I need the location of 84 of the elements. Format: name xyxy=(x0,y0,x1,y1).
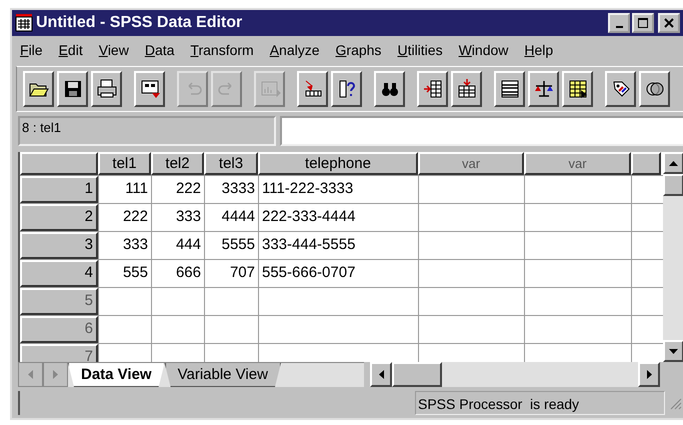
app-icon xyxy=(15,14,33,32)
menu-item[interactable]: Data xyxy=(136,42,182,58)
toolbar-button[interactable] xyxy=(451,71,482,107)
cell-editor-field[interactable] xyxy=(280,116,683,146)
sheet-tab[interactable]: Data View xyxy=(68,363,165,387)
scroll-thumb[interactable] xyxy=(392,362,442,387)
horizontal-scrollbar[interactable] xyxy=(370,362,660,387)
column-header[interactable]: telephone xyxy=(258,152,418,175)
toolbar-button[interactable] xyxy=(374,71,405,107)
table-cell: 707 xyxy=(204,260,258,287)
table-cell: 111-222-3333 xyxy=(258,176,418,203)
minimize-icon xyxy=(616,26,622,28)
menu-item[interactable]: Utilities xyxy=(389,42,451,58)
print-icon xyxy=(96,78,118,100)
right-arrow-icon xyxy=(53,370,58,379)
table-cell: 222 xyxy=(151,176,204,203)
weight-icon xyxy=(532,78,554,100)
row-header[interactable]: 3 xyxy=(20,232,98,259)
table-cell: 444 xyxy=(151,232,204,259)
row-header[interactable]: 1 xyxy=(20,176,98,203)
table-cell: 4444 xyxy=(204,204,258,231)
toolbar-button[interactable] xyxy=(528,71,559,107)
select-icon xyxy=(566,78,588,100)
table-cell: 333-444-5555 xyxy=(258,232,418,259)
minimize-button[interactable] xyxy=(608,13,630,33)
toolbar-button[interactable] xyxy=(494,71,525,107)
toolbar-button[interactable] xyxy=(91,71,122,107)
cell-reference: 8 : tel1 xyxy=(18,116,276,146)
column-header[interactable] xyxy=(631,152,661,175)
menu-item[interactable]: Analyze xyxy=(262,42,328,58)
toolbar-button[interactable] xyxy=(417,71,448,107)
menu-item[interactable]: Window xyxy=(450,42,516,58)
table-cell: 3333 xyxy=(204,176,258,203)
row-header[interactable]: 4 xyxy=(20,260,98,287)
left-arrow-icon xyxy=(378,370,384,379)
table-cell: 555 xyxy=(98,260,151,287)
menu-item[interactable]: Edit xyxy=(50,42,91,58)
close-icon xyxy=(664,18,674,28)
toolbar-button[interactable] xyxy=(23,71,54,107)
toolbar-button[interactable] xyxy=(297,71,328,107)
window-title: Untitled - SPSS Data Editor xyxy=(36,14,244,32)
scroll-left-button[interactable] xyxy=(370,362,392,387)
maximize-button[interactable] xyxy=(632,13,654,33)
toolbar-button[interactable] xyxy=(331,71,362,107)
menu-item[interactable]: File xyxy=(12,42,51,58)
down-arrow-icon xyxy=(669,348,678,354)
scroll-thumb[interactable] xyxy=(663,174,683,196)
left-arrow-icon xyxy=(28,370,33,379)
table-cell: 111 xyxy=(98,176,151,203)
recall-icon xyxy=(138,78,160,100)
sheet-tab[interactable]: Variable View xyxy=(164,363,281,387)
toolbar-button[interactable] xyxy=(639,71,670,107)
column-header[interactable]: tel2 xyxy=(151,152,204,175)
right-arrow-icon xyxy=(646,370,652,379)
up-arrow-icon xyxy=(669,160,678,166)
column-header[interactable]: tel3 xyxy=(204,152,258,175)
status-text: SPSS Processor is ready xyxy=(415,391,665,415)
scroll-up-button[interactable] xyxy=(663,152,683,174)
insertvar-icon xyxy=(456,78,478,100)
vertical-scrollbar[interactable] xyxy=(663,152,683,362)
menu-item[interactable]: Graphs xyxy=(328,42,390,58)
close-button[interactable] xyxy=(658,13,680,33)
table-cell: 5555 xyxy=(204,232,258,259)
scroll-down-button[interactable] xyxy=(663,340,683,362)
menu-item[interactable]: Transform xyxy=(182,42,262,58)
row-header[interactable]: 2 xyxy=(20,204,98,231)
split-icon xyxy=(498,78,520,100)
menu-item[interactable]: View xyxy=(90,42,137,58)
toolbar-button[interactable] xyxy=(562,71,593,107)
table-cell: 555-666-0707 xyxy=(258,260,418,287)
toolbar-button[interactable] xyxy=(134,71,165,107)
menu-item[interactable]: Help xyxy=(516,42,562,58)
table-cell: 333 xyxy=(151,204,204,231)
table-cell: 222 xyxy=(98,204,151,231)
resize-grip-icon xyxy=(668,396,682,410)
column-header[interactable]: tel1 xyxy=(98,152,151,175)
maximize-icon xyxy=(638,18,648,28)
toolbar-button[interactable] xyxy=(57,71,88,107)
insertcase-icon xyxy=(422,78,444,100)
scroll-right-button[interactable] xyxy=(638,362,660,387)
table-cell: 222-333-4444 xyxy=(258,204,418,231)
table-cell: 666 xyxy=(151,260,204,287)
toolbar-button[interactable] xyxy=(605,71,636,107)
table-cell: 333 xyxy=(98,232,151,259)
